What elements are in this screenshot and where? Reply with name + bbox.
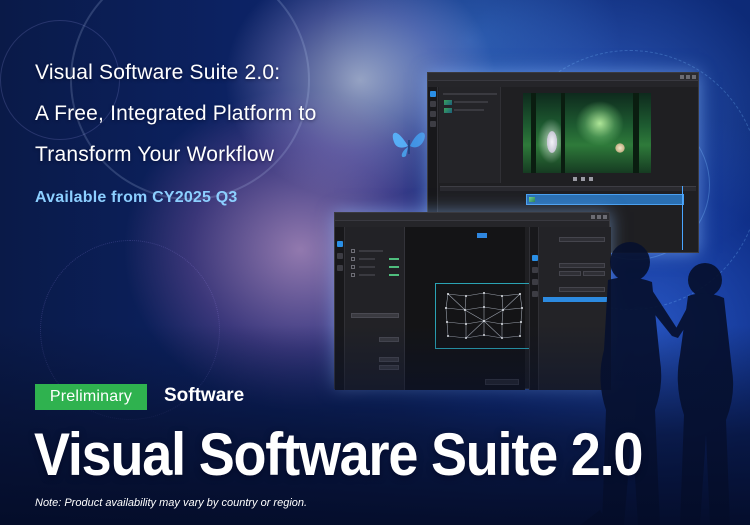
figure-shape [545, 127, 559, 157]
output-tab-icon[interactable] [532, 291, 538, 297]
settings-field[interactable] [351, 313, 399, 318]
checkbox[interactable] [351, 265, 355, 269]
properties-tab-icon[interactable] [532, 255, 538, 261]
play-icon[interactable] [581, 177, 585, 181]
window-titlebar [428, 73, 698, 81]
list-row[interactable] [359, 250, 383, 252]
timeline-clip[interactable] [526, 194, 684, 205]
browser-row[interactable] [443, 93, 497, 95]
video-preview[interactable] [523, 93, 651, 173]
butterfly-icon [392, 132, 425, 158]
effects-tool-icon[interactable] [430, 101, 436, 107]
headline-line: Visual Software Suite 2.0: [35, 61, 281, 84]
media-thumbnail[interactable] [444, 108, 452, 113]
checkbox[interactable] [351, 257, 355, 261]
warp-tool-icon[interactable] [337, 253, 343, 259]
media-tool-icon[interactable] [430, 91, 436, 97]
media-thumbnail[interactable] [444, 100, 452, 105]
forward-icon[interactable] [589, 177, 593, 181]
mask-tab-icon[interactable] [532, 279, 538, 285]
product-title: Visual Software Suite 2.0 [34, 421, 643, 489]
checkbox[interactable] [351, 273, 355, 277]
headline-line: A Free, Integrated Platform to [35, 102, 317, 125]
audio-tool-icon[interactable] [430, 121, 436, 127]
close-icon[interactable] [692, 75, 696, 79]
headline: Visual Software Suite 2.0: A Free, Integ… [35, 52, 415, 175]
category-label: Software [164, 385, 245, 406]
browser-row[interactable] [454, 101, 488, 103]
tree-shape [561, 93, 565, 173]
view-toggle[interactable] [477, 233, 487, 238]
browser-row[interactable] [454, 109, 484, 111]
status-badge: Preliminary [35, 384, 147, 410]
media-browser-panel [439, 87, 501, 183]
checkbox[interactable] [351, 249, 355, 253]
maximize-icon[interactable] [686, 75, 690, 79]
list-row[interactable] [359, 266, 375, 268]
headline-line: Transform Your Workflow [35, 143, 275, 166]
availability-text: Available from CY2025 Q3 [35, 189, 238, 206]
playback-controls [513, 177, 663, 182]
tree-shape [531, 93, 536, 173]
list-row [389, 258, 399, 260]
blend-tool-icon[interactable] [337, 265, 343, 271]
list-row [389, 266, 399, 268]
list-row[interactable] [359, 258, 375, 260]
rewind-icon[interactable] [573, 177, 577, 181]
list-row [389, 274, 399, 276]
deer-shape [615, 143, 625, 153]
list-row[interactable] [359, 274, 375, 276]
text-tool-icon[interactable] [430, 111, 436, 117]
layout-tool-icon[interactable] [337, 241, 343, 247]
tree-shape [633, 93, 639, 173]
availability-note: Note: Product availability may vary by c… [35, 497, 308, 509]
clip-thumbnail [529, 197, 535, 202]
minimize-icon[interactable] [680, 75, 684, 79]
color-tab-icon[interactable] [532, 267, 538, 273]
